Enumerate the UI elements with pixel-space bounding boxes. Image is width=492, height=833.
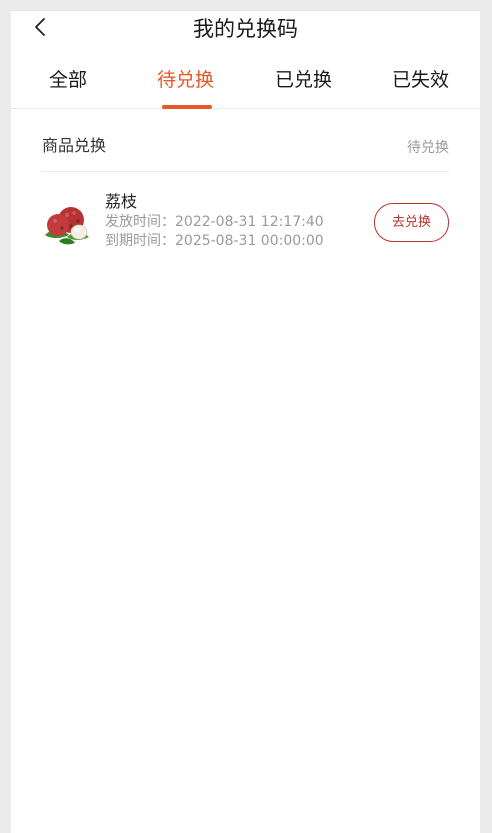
issue-time: 发放时间：2022-08-31 12:17:40	[105, 214, 324, 230]
expire-time: 到期时间：2025-08-31 00:00:00	[105, 233, 324, 249]
page-title: 我的兑换码	[193, 17, 298, 41]
tab-expired[interactable]: 已失效	[392, 65, 449, 95]
header: 我的兑换码	[11, 11, 480, 51]
tab-redeemed[interactable]: 已兑换	[275, 65, 332, 95]
redeem-button[interactable]: 去兑换	[374, 203, 449, 242]
tab-bar: 全部 待兑换 已兑换 已失效	[11, 65, 480, 109]
product-name: 荔枝	[105, 192, 138, 211]
lychee-image	[41, 201, 91, 251]
card-header: 商品兑换 待兑换	[42, 129, 449, 172]
status-badge: 待兑换	[407, 140, 449, 156]
card-type-label: 商品兑换	[42, 136, 107, 155]
page-container: 我的兑换码 全部 待兑换 已兑换 已失效 商品兑换 待兑换 荔枝 发放时间：20…	[11, 10, 480, 833]
tab-pending[interactable]: 待兑换	[157, 65, 214, 95]
tab-all[interactable]: 全部	[49, 65, 87, 95]
active-tab-indicator	[162, 105, 212, 109]
